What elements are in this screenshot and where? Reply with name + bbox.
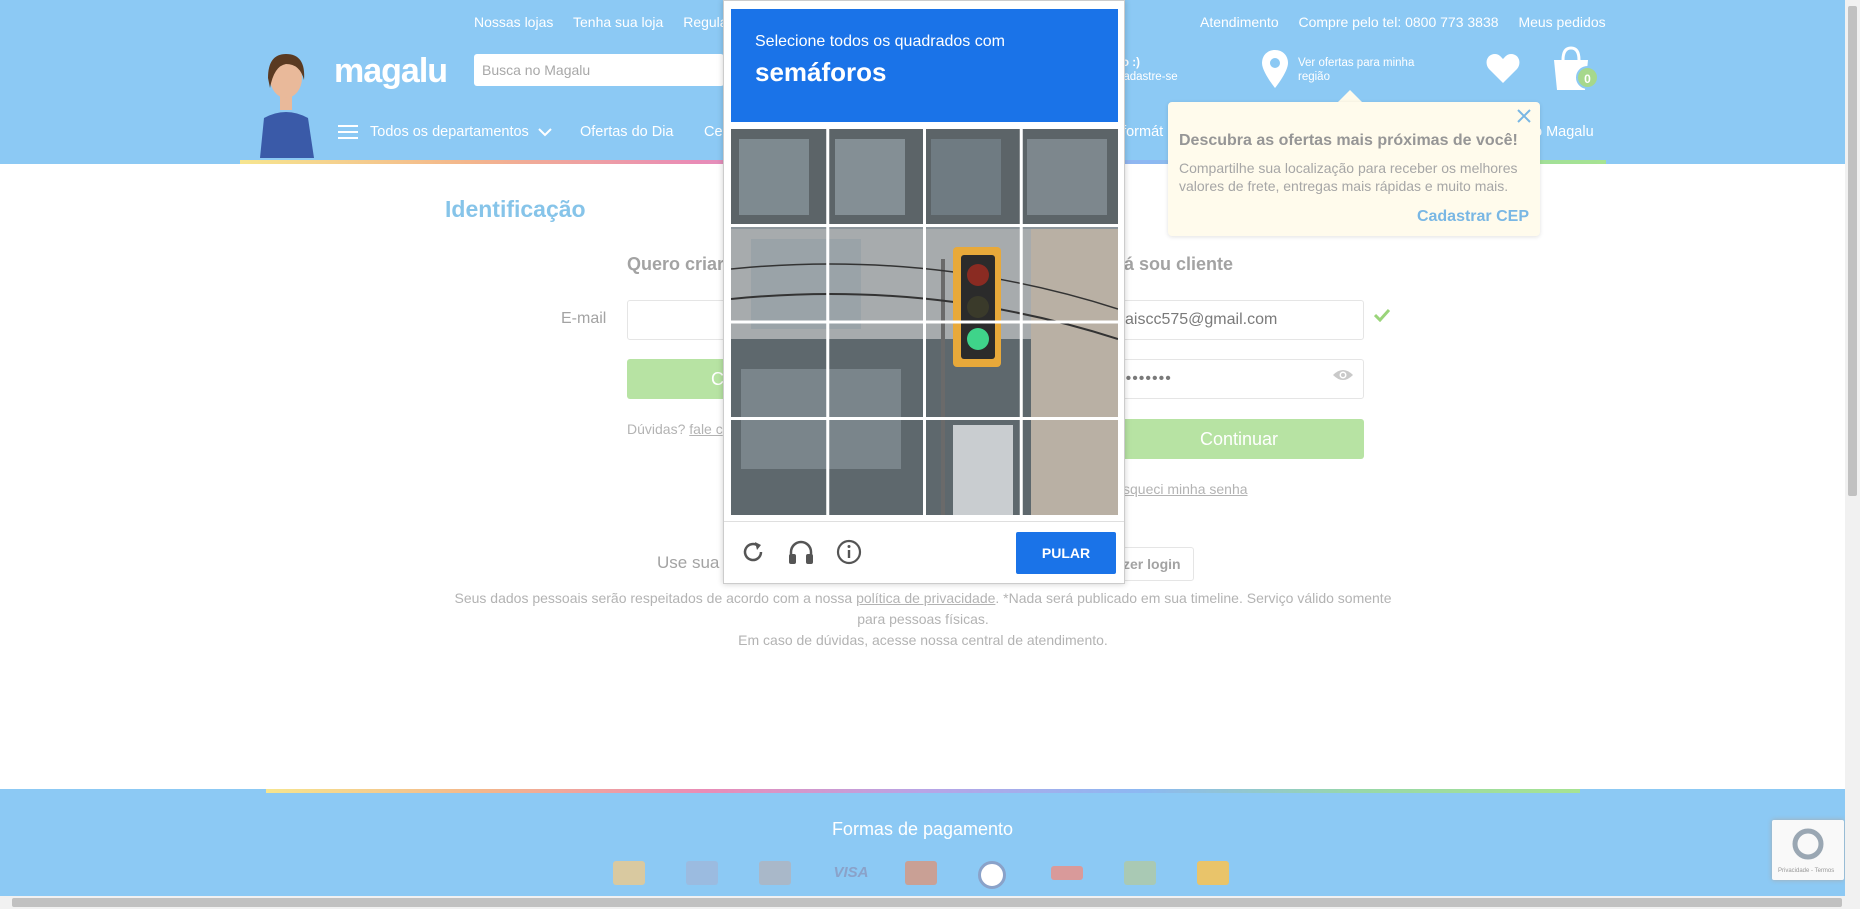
diners-icon [978,861,1006,889]
captcha-header: Selecione todos os quadrados com semáfor… [731,9,1118,122]
info-icon[interactable] [836,539,862,565]
vertical-scrollbar-thumb[interactable] [1848,6,1857,496]
aura-icon [1197,861,1229,885]
captcha-instruction: Selecione todos os quadrados com [755,33,1005,50]
register-cep-link[interactable]: Cadastrar CEP [1417,208,1529,226]
privacy-policy-link[interactable]: política de privacidade [856,590,995,606]
captcha-image-grid [731,129,1118,515]
close-icon[interactable] [1516,108,1532,124]
nav-item-ce[interactable]: Ce [704,124,723,140]
legal-line-2: Em caso de dúvidas, acesse nossa central… [738,632,1108,648]
search-input[interactable]: Busca no Magalu [474,54,724,86]
nav-item-magalu[interactable]: o Magalu [1534,124,1594,140]
mascot-lu-avatar [260,54,314,158]
recaptcha-badge[interactable]: Privacidade - Termos [1772,820,1844,880]
topbar-link-support[interactable]: Atendimento [1200,14,1279,30]
eye-icon[interactable] [1332,368,1354,382]
headphones-icon[interactable] [787,539,815,565]
menu-icon[interactable] [338,125,358,141]
topbar-left: Nossas lojas Tenha sua loja Regular [474,14,748,30]
social-login-button[interactable]: zer login [1118,547,1194,581]
hipercard-icon [1051,866,1083,880]
topbar-link-own-store[interactable]: Tenha sua loja [573,14,663,30]
login-password-field[interactable]: •••••••• [1110,359,1364,399]
horizontal-scrollbar-thumb[interactable] [12,898,1842,907]
heart-icon[interactable] [1486,53,1520,83]
card-icon [613,861,645,885]
create-account-title: Quero criar [627,254,725,274]
captcha-divider [724,521,1124,522]
create-account-button[interactable]: C [627,359,737,399]
chevron-down-icon[interactable] [538,127,552,137]
login-email-field[interactable]: aiscc575@gmail.com [1110,300,1364,340]
magalu-logo[interactable]: magalu [334,52,448,91]
footer-rainbow-divider [266,789,1580,793]
location-popup-text: Compartilhe sua localização para receber… [1179,160,1518,194]
skip-button[interactable]: PULAR [1016,532,1116,574]
location-pin-icon[interactable] [1262,50,1288,88]
location-popup: Descubra as ofertas mais próximas de voc… [1168,102,1540,236]
recaptcha-badge-text: Privacidade - Termos [1778,868,1835,874]
visa-icon: VISA [833,864,869,881]
continue-button[interactable]: Continuar [1110,419,1364,459]
elo-icon [1124,861,1156,885]
location-popup-arrow [1338,90,1362,102]
check-icon [1374,308,1390,322]
forgot-password-link[interactable]: squeci minha senha [1123,481,1248,497]
topbar-link-stores[interactable]: Nossas lojas [474,14,553,30]
email-label: E-mail [561,310,607,327]
mastercard-icon [905,861,937,885]
nav-all-departments[interactable]: Todos os departamentos [370,124,529,140]
topbar-link-orders[interactable]: Meus pedidos [1518,14,1605,30]
reload-icon[interactable] [740,539,766,565]
cart-count-badge: 0 [1576,66,1599,89]
legal-prefix: Seus dados pessoais serão respeitados de… [454,590,853,606]
nav-item-daily-offers[interactable]: Ofertas do Dia [580,124,674,140]
create-email-field[interactable] [627,300,737,340]
footer-title: Formas de pagamento [831,819,1014,839]
location-popup-title: Descubra as ofertas mais próximas de voc… [1179,132,1518,149]
social-login-text: Use sua r [657,553,730,572]
region-offers-link[interactable]: Ver ofertas para minha região [1298,56,1438,84]
help-prefix: Dúvidas? [627,421,686,437]
help-link[interactable]: fale c [689,421,722,437]
page-title: Identificação [445,196,586,222]
topbar-right: Atendimento Compre pelo tel: 0800 773 38… [1200,14,1622,30]
recaptcha-challenge: Selecione todos os quadrados com semáfor… [723,0,1125,584]
login-title: á sou cliente [1124,254,1234,274]
recaptcha-logo-icon [1792,828,1824,860]
topbar-link-phone[interactable]: Compre pelo tel: 0800 773 3838 [1299,14,1499,30]
captcha-target: semáforos [755,57,887,87]
amex-icon [686,861,718,885]
help-text: Dúvidas? fale c [627,421,723,437]
legal-notice: Seus dados pessoais serão respeitados de… [440,588,1406,651]
boleto-icon [759,861,791,885]
